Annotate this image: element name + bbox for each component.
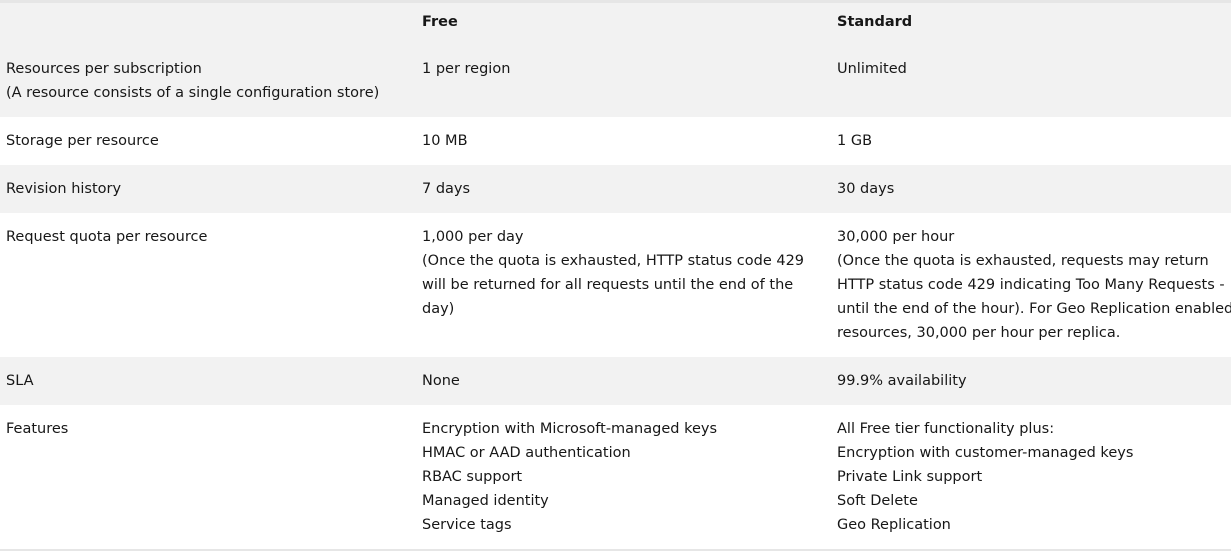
free-value-cell: 1 per region [416,45,831,117]
table-row: Revision history 7 days 30 days [0,165,1231,213]
row-label-cell: SLA [0,357,416,405]
free-value-line: Managed identity [422,493,549,509]
table-row: Resources per subscription (A resource co… [0,45,1231,117]
table-row: Storage per resource 10 MB 1 GB [0,117,1231,165]
standard-value-line: Unlimited [837,61,907,77]
table-header-row: Free Standard [0,3,1231,45]
standard-value-cell: 30,000 per hour (Once the quota is exhaus… [831,213,1231,357]
standard-value-line: Encryption with customer-managed keys [837,445,1134,461]
free-value-cell: 10 MB [416,117,831,165]
free-value-line: day) [422,301,455,317]
standard-value-cell: 1 GB [831,117,1231,165]
standard-value-line: 99.9% availability [837,373,967,389]
row-label-cell: Storage per resource [0,117,416,165]
standard-value-cell: All Free tier functionality plus: Encrypt… [831,405,1231,549]
standard-value-line: (Once the quota is exhausted, requests m… [837,253,1209,269]
row-label-cell: Resources per subscription (A resource co… [0,45,416,117]
standard-value-cell: 30 days [831,165,1231,213]
free-value-line: 10 MB [422,133,468,149]
row-label-line: Storage per resource [6,133,159,149]
header-free: Free [416,3,831,45]
free-value-line: HMAC or AAD authentication [422,445,631,461]
free-value-line: 1,000 per day [422,229,524,245]
row-label-cell: Features [0,405,416,549]
row-label-line: Revision history [6,181,122,197]
free-value-line: None [422,373,460,389]
header-feature [0,3,416,45]
standard-value-cell: Unlimited [831,45,1231,117]
header-standard: Standard [831,3,1231,45]
free-value-cell: 7 days [416,165,831,213]
bottom-border [0,549,1231,551]
free-value-line: RBAC support [422,469,523,485]
standard-value-line: until the end of the hour). For Geo Repl… [837,301,1231,317]
standard-value-line: resources, 30,000 per hour per replica. [837,325,1121,341]
free-value-cell: None [416,357,831,405]
free-value-cell: Encryption with Microsoft-managed keys HM… [416,405,831,549]
row-label-line: (A resource consists of a single configu… [6,85,380,101]
row-label-line: SLA [6,373,34,389]
free-value-line: 7 days [422,181,471,197]
standard-value-line: Private Link support [837,469,983,485]
free-value-line: 1 per region [422,61,511,77]
standard-value-line: Soft Delete [837,493,918,509]
pricing-tier-comparison-table: Free Standard Resources per subscription… [0,3,1231,549]
table-row: Features Encryption with Microsoft-manage… [0,405,1231,549]
table-row: Request quota per resource 1,000 per day (… [0,213,1231,357]
free-value-line: Encryption with Microsoft-managed keys [422,421,718,437]
free-value-line: (Once the quota is exhausted, HTTP statu… [422,253,805,269]
standard-value-cell: 99.9% availability [831,357,1231,405]
standard-value-line: 30 days [837,181,895,197]
row-label-cell: Revision history [0,165,416,213]
row-label-line: Resources per subscription [6,61,202,77]
standard-value-line: Geo Replication [837,517,951,533]
row-label-line: Request quota per resource [6,229,208,245]
standard-value-line: All Free tier functionality plus: [837,421,1055,437]
free-value-line: will be returned for all requests until … [422,277,794,293]
row-label-line: Features [6,421,69,437]
standard-value-line: HTTP status code 429 indicating Too Many… [837,277,1225,293]
free-value-cell: 1,000 per day (Once the quota is exhauste… [416,213,831,357]
standard-value-line: 30,000 per hour [837,229,955,245]
standard-value-line: 1 GB [837,133,873,149]
row-label-cell: Request quota per resource [0,213,416,357]
free-value-line: Service tags [422,517,512,533]
table-row: SLA None 99.9% availability [0,357,1231,405]
